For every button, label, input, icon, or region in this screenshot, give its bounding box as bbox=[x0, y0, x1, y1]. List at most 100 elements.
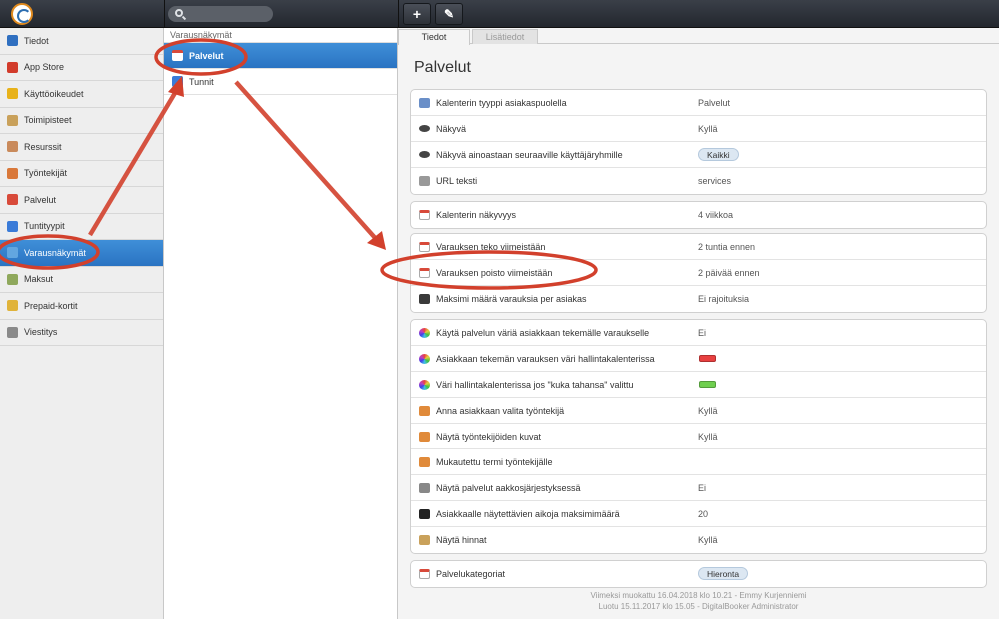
calendar-icon bbox=[419, 267, 430, 278]
settings-row[interactable]: URL teksti services bbox=[411, 168, 986, 194]
setting-label: Kalenterin näkyvyys bbox=[436, 210, 517, 220]
sidebar-item[interactable]: Tiedot bbox=[0, 28, 163, 55]
tab-tiedot[interactable]: Tiedot bbox=[398, 29, 470, 45]
app-store-icon bbox=[7, 61, 18, 73]
list-header: Varausnäkymät bbox=[164, 28, 397, 43]
sidebar-item-label: Käyttöoikeudet bbox=[24, 88, 84, 99]
settings-row[interactable]: Varauksen poisto viimeistään 2 päivää enn… bbox=[411, 260, 986, 286]
settings-row[interactable]: Väri hallintakalenterissa jos "kuka taha… bbox=[411, 372, 986, 398]
sidebar-item[interactable]: Resurssit bbox=[0, 134, 163, 161]
app-logo-icon[interactable] bbox=[11, 3, 33, 25]
cash-icon bbox=[7, 273, 18, 285]
setting-value: Kyllä bbox=[698, 535, 718, 546]
sidebar-item[interactable]: Palvelut bbox=[0, 187, 163, 214]
setting-value: Ei bbox=[698, 328, 707, 338]
color-wheel-icon bbox=[419, 379, 430, 390]
setting-value: 20 bbox=[698, 509, 709, 520]
top-bar: + ✎ bbox=[0, 0, 999, 28]
sidebar-item-label: Työntekijät bbox=[24, 168, 68, 179]
setting-label: Käytä palvelun väriä asiakkaan tekemälle… bbox=[436, 328, 650, 338]
counter-icon bbox=[419, 509, 430, 520]
booking-views-list: Varausnäkymät Palvelut Tunnit bbox=[164, 28, 398, 619]
sidebar-item[interactable]: Maksut bbox=[0, 267, 163, 293]
setting-value: Kyllä bbox=[698, 123, 718, 134]
person-icon bbox=[419, 405, 430, 416]
setting-label: Asiakkaan tekemän varauksen väri hallint… bbox=[436, 353, 655, 364]
sidebar-item[interactable]: Viestitys bbox=[0, 320, 163, 346]
settings-group: Kalenterin näkyvyys 4 viikkoa bbox=[410, 201, 987, 229]
settings-row[interactable]: Mukautettu termi työntekijälle bbox=[411, 449, 986, 476]
settings-row[interactable]: Näytä työntekijöiden kuvat Kyllä bbox=[411, 424, 986, 450]
settings-row[interactable]: Asiakkaalle näytettävien aikoja maksimim… bbox=[411, 501, 986, 528]
setting-value: Kyllä bbox=[698, 405, 718, 416]
sidebar-item[interactable]: App Store bbox=[0, 55, 163, 81]
main-panel: Tiedot Lisätiedot Palvelut Kalenterin ty… bbox=[398, 28, 999, 619]
settings-row[interactable]: Näkyvä Kyllä bbox=[411, 116, 986, 142]
settings-row[interactable]: Näytä palvelut aakkosjärjestyksessä Ei bbox=[411, 475, 986, 502]
settings-row[interactable]: Kalenterin näkyvyys 4 viikkoa bbox=[411, 202, 986, 228]
sidebar-item[interactable]: Toimipisteet bbox=[0, 108, 163, 134]
edit-pencil-icon[interactable]: ✎ bbox=[435, 3, 463, 25]
sidebar-item-label: Viestitys bbox=[24, 327, 58, 338]
view-list-item[interactable]: Palvelut bbox=[164, 43, 397, 69]
traffic-light-icon bbox=[419, 293, 430, 304]
settings-group: Käytä palvelun väriä asiakkaan tekemälle… bbox=[410, 319, 987, 555]
window-icon bbox=[419, 98, 430, 108]
settings-row[interactable]: Käytä palvelun väriä asiakkaan tekemälle… bbox=[411, 320, 986, 346]
tag-badge: Kaikki bbox=[698, 147, 739, 161]
setting-value: 4 viikkoa bbox=[698, 210, 734, 220]
person-icon bbox=[7, 167, 18, 179]
color-wheel-icon bbox=[419, 353, 430, 364]
tab-bar: Tiedot Lisätiedot bbox=[398, 28, 999, 45]
setting-label: Asiakkaalle näytettävien aikoja maksimim… bbox=[436, 509, 620, 520]
settings-group: Varauksen teko viimeistään 2 tuntia ennen… bbox=[410, 233, 987, 313]
settings-row[interactable]: Varauksen teko viimeistään 2 tuntia ennen bbox=[411, 234, 986, 260]
settings-row[interactable]: Asiakkaan tekemän varauksen väri hallint… bbox=[411, 346, 986, 372]
settings-row[interactable]: Maksimi määrä varauksia per asiakas Ei ra… bbox=[411, 286, 986, 312]
sidebar-item-label: Palvelut bbox=[24, 194, 57, 205]
setting-label: Varauksen teko viimeistään bbox=[436, 242, 546, 252]
settings-row[interactable]: Palvelukategoriat Hieronta bbox=[411, 561, 986, 587]
setting-label: Näkyvä ainoastaan seuraaville käyttäjäry… bbox=[436, 149, 623, 160]
sidebar-item[interactable]: Varausnäkymät bbox=[0, 240, 163, 267]
add-button[interactable]: + bbox=[403, 3, 431, 25]
sidebar-item[interactable]: Työntekijät bbox=[0, 161, 163, 187]
sidebar-item[interactable]: Prepaid-kortit bbox=[0, 293, 163, 320]
calendar-icon bbox=[7, 194, 18, 205]
setting-value: Ei bbox=[698, 483, 707, 494]
tag-badge: Hieronta bbox=[698, 567, 749, 580]
sidebar-item-label: Toimipisteet bbox=[24, 115, 72, 126]
calendar-icon bbox=[419, 569, 430, 579]
sidebar-item[interactable]: Käyttöoikeudet bbox=[0, 81, 163, 108]
settings-row[interactable]: Kalenterin tyyppi asiakaspuolella Palvelu… bbox=[411, 90, 986, 116]
setting-label: Näytä hinnat bbox=[436, 535, 487, 546]
settings-row[interactable]: Anna asiakkaan valita työntekijä Kyllä bbox=[411, 398, 986, 424]
sidebar-item[interactable]: Tuntityypit bbox=[0, 214, 163, 240]
page-title: Palvelut bbox=[414, 59, 471, 76]
setting-label: Palvelukategoriat bbox=[436, 569, 506, 579]
settings-row[interactable]: Näkyvä ainoastaan seuraaville käyttäjäry… bbox=[411, 142, 986, 168]
color-swatch bbox=[699, 354, 716, 362]
globe-icon bbox=[7, 247, 18, 258]
setting-label: URL teksti bbox=[436, 175, 478, 186]
tab-lisatiedot[interactable]: Lisätiedot bbox=[472, 29, 538, 44]
sidebar-item-label: App Store bbox=[24, 62, 65, 73]
settings-group: Palvelukategoriat Hieronta bbox=[410, 560, 987, 588]
setting-label: Väri hallintakalenterissa jos "kuka taha… bbox=[436, 379, 634, 390]
sidebar-item-label: Tiedot bbox=[24, 35, 49, 46]
setting-value: 2 tuntia ennen bbox=[698, 242, 756, 252]
calendar-blue-icon bbox=[7, 220, 18, 232]
setting-label: Mukautettu termi työntekijälle bbox=[436, 457, 553, 468]
building-icon bbox=[7, 114, 18, 126]
setting-value: services bbox=[698, 175, 732, 186]
envelope-icon bbox=[7, 326, 18, 338]
view-list-item[interactable]: Tunnit bbox=[164, 69, 397, 95]
modified-info: Viimeksi muokattu 16.04.2018 klo 10.21 -… bbox=[590, 591, 807, 600]
eye-icon bbox=[419, 124, 430, 132]
setting-label: Näkyvä bbox=[436, 123, 467, 134]
search-input[interactable] bbox=[168, 6, 273, 22]
created-info: Luotu 15.11.2017 klo 15.05 - DigitalBook… bbox=[598, 602, 799, 611]
settings-row[interactable]: Näytä hinnat Kyllä bbox=[411, 527, 986, 553]
setting-label: Näytä palvelut aakkosjärjestyksessä bbox=[436, 483, 581, 494]
setting-value: Kyllä bbox=[698, 431, 718, 442]
